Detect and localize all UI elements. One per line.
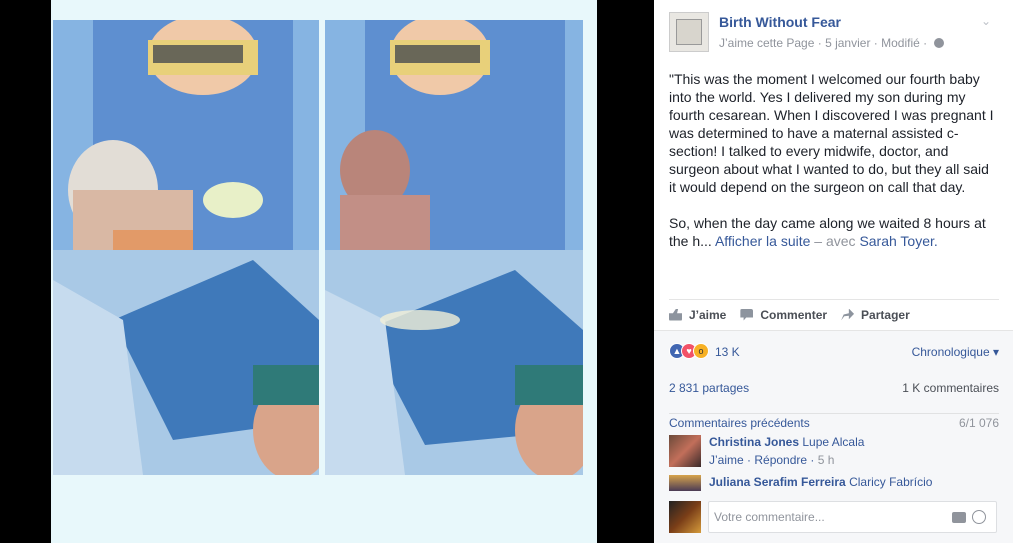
post-actions: J’aime Commenter Partager [669,299,999,329]
comment-sort-dropdown[interactable]: Chronologique ▾ [912,345,999,359]
reactions-row[interactable]: ▲ ♥ o 13 K Chronologique ▾ [669,343,999,361]
comment-body: Juliana Serafim Ferreira Claricy Fabríci… [709,475,932,489]
share-icon [841,308,855,321]
tagged-user-link[interactable]: Sarah Toyer. [859,233,937,249]
comments-count[interactable]: 1 K commentaires [902,381,999,395]
post-paragraph-2: So, when the day came along we waited 8 … [669,214,999,250]
comment-tagged-user-link[interactable]: Lupe Alcala [802,435,864,449]
comment-author-link[interactable]: Christina Jones [709,435,799,449]
photo-panel-left-illustration [53,20,319,475]
meta-separator: · [923,36,928,50]
comment-composer [669,500,999,534]
comment-input-box[interactable] [708,501,997,533]
photo-panel-left [53,20,319,475]
current-user-avatar [669,501,701,533]
comment-time[interactable]: 5 h [818,453,835,467]
comment-button[interactable]: Commenter [740,308,827,322]
globe-icon[interactable] [933,38,944,48]
comment-tagged-user-link[interactable]: Claricy Fabrício [849,475,932,489]
share-button-label: Partager [861,307,910,322]
meta-separator: · [817,36,822,50]
post-date-link[interactable]: 5 janvier [825,36,870,50]
see-more-link[interactable]: Afficher la suite [715,233,810,249]
post-sidebar: Birth Without Fear J’aime cette Page · 5… [654,0,1013,543]
reaction-count[interactable]: 13 K [715,345,740,359]
like-button[interactable]: J’aime [669,308,726,322]
comment-reply-link[interactable]: Répondre [754,453,807,467]
comment-icon [740,308,754,321]
share-button[interactable]: Partager [841,308,910,322]
previous-comments-row: Commentaires précédents 6/1 076 [669,413,999,431]
page-avatar-frame [676,19,702,45]
wow-reaction-icon: o [693,343,709,359]
like-icon [669,308,682,321]
camera-icon[interactable] [952,512,966,523]
like-button-label: J’aime [689,307,727,322]
photo-panel-right [325,20,583,475]
facebook-photo-viewer: Birth Without Fear J’aime cette Page · 5… [0,0,1013,543]
with-label: – avec [814,233,856,249]
comment-avatar[interactable] [669,475,701,491]
like-page-link[interactable]: J’aime cette Page [719,36,814,50]
chevron-down-icon[interactable]: ⌄ [981,14,991,28]
meta-separator: · [873,36,878,50]
post-photo[interactable] [51,0,597,543]
page-avatar[interactable] [669,12,709,52]
previous-comments-link[interactable]: Commentaires précédents [669,416,810,430]
comment-position: 6/1 076 [958,416,999,430]
edited-label[interactable]: Modifié [881,36,920,50]
comment-input[interactable] [714,510,934,524]
page-name-link[interactable]: Birth Without Fear [719,14,841,30]
comment-body: Christina Jones Lupe Alcala [709,435,864,449]
post-paragraph-1: "This was the moment I welcomed our four… [669,71,994,195]
comment-author-link[interactable]: Juliana Serafim Ferreira [709,475,846,489]
comment-like-link[interactable]: J’aime [709,453,744,467]
photo-panel-right-illustration [325,20,583,475]
shares-count-link[interactable]: 2 831 partages [669,381,749,395]
post-meta: J’aime cette Page · 5 janvier · Modifié … [719,36,944,50]
photo-area [0,0,654,543]
comment-avatar[interactable] [669,435,701,467]
emoji-icon[interactable] [972,510,986,524]
post-text: "This was the moment I welcomed our four… [669,70,999,268]
post-header: Birth Without Fear J’aime cette Page · 5… [669,12,999,54]
comment-button-label: Commenter [760,307,828,322]
comment-meta: J’aime · Répondre · 5 h [709,453,835,467]
counts-row: 2 831 partages 1 K commentaires [669,379,999,399]
